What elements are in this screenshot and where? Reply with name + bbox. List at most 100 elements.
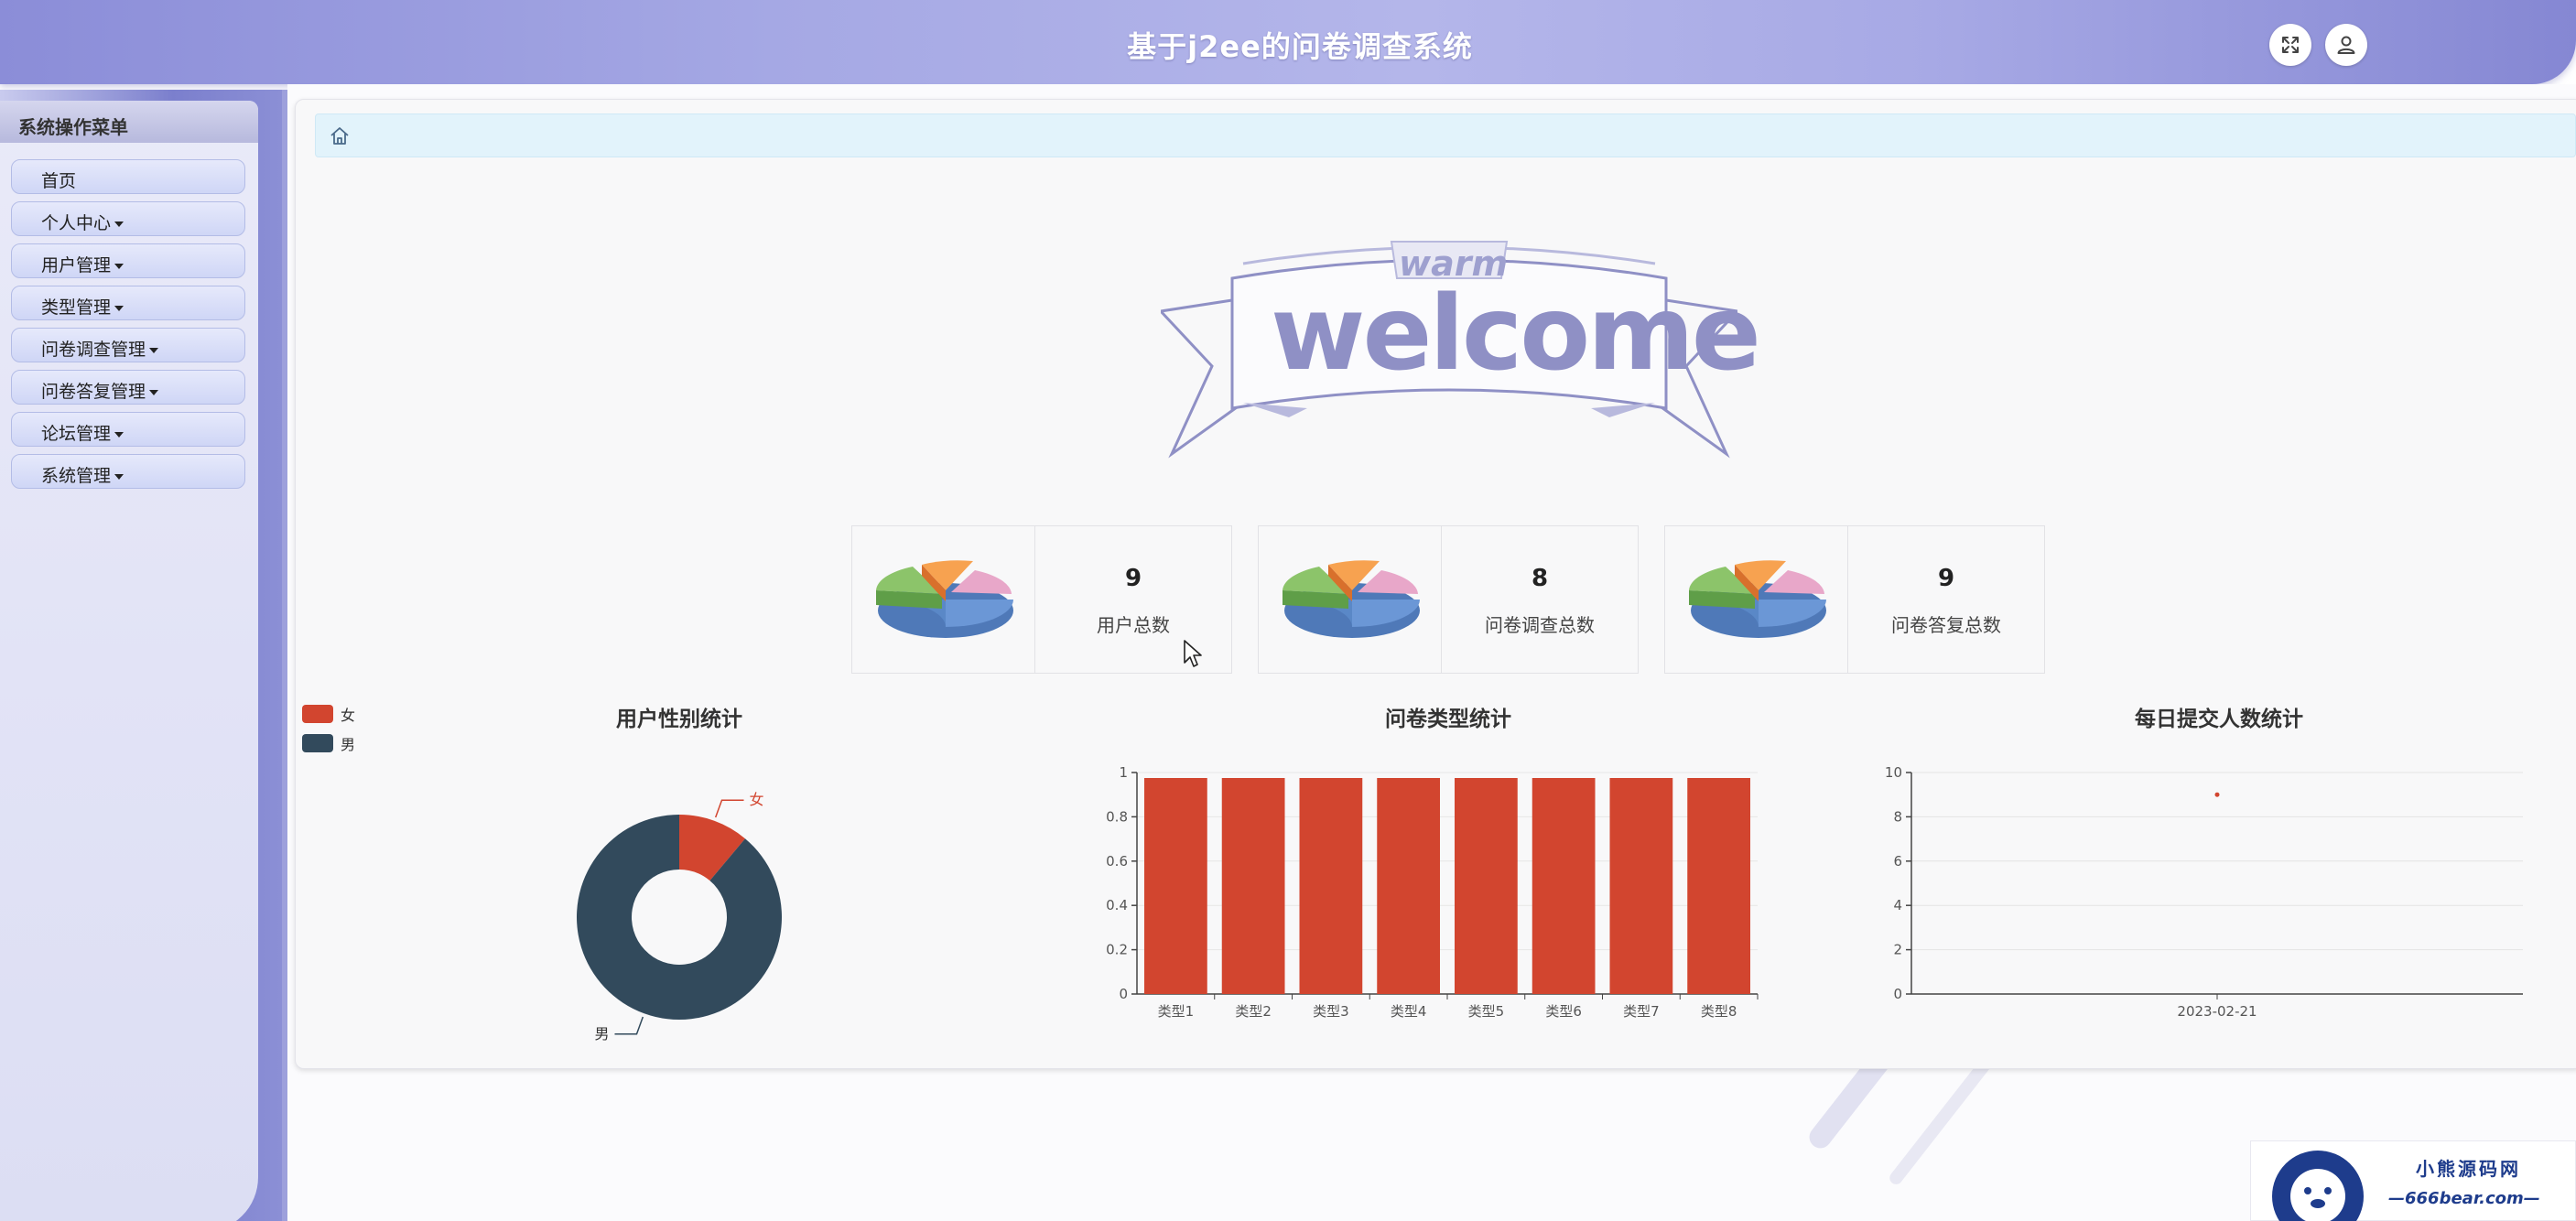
- stat-label: 问卷调查总数: [1485, 614, 1595, 636]
- bar-ytick-label: 0.6: [1106, 853, 1128, 870]
- line-point[interactable]: [2214, 792, 2220, 797]
- welcome-text: welcome: [1271, 275, 1761, 394]
- sidebar-item-label: 问卷调查管理: [41, 340, 146, 360]
- caret-down-icon: [114, 263, 124, 269]
- caret-down-icon: [149, 389, 159, 395]
- sidebar-item-2[interactable]: 用户管理: [11, 243, 245, 278]
- user-button[interactable]: [2325, 24, 2367, 66]
- bar-xtick-label: 类型3: [1313, 1003, 1349, 1020]
- line-ytick-label: 2: [1893, 942, 1902, 958]
- app-title: 基于j2ee的问卷调查系统: [1127, 29, 1473, 64]
- caret-down-icon: [114, 431, 124, 438]
- caret-down-icon: [114, 473, 124, 480]
- donut-label-line-0: [714, 799, 744, 818]
- stat-value: 9: [1124, 565, 1142, 592]
- sidebar-item-label: 类型管理: [41, 297, 112, 318]
- bar-8[interactable]: [1687, 778, 1750, 994]
- bar-xtick-label: 类型5: [1468, 1003, 1505, 1020]
- bar-2[interactable]: [1221, 778, 1285, 994]
- pie-chart-icon: [1689, 560, 1826, 638]
- stat-icon-area: [1259, 526, 1442, 673]
- daily-line-chart: 0 2 4 6 8 10 2023-02-21: [1885, 764, 2523, 1020]
- bar-xtick-label: 类型4: [1391, 1003, 1427, 1020]
- pie-chart-icon: [876, 560, 1013, 638]
- stat-value: 8: [1531, 565, 1549, 592]
- sidebar-item-0[interactable]: 首页: [11, 159, 245, 194]
- line-ytick-label: 0: [1893, 986, 1902, 1002]
- sidebar-item-6[interactable]: 论坛管理: [11, 412, 245, 447]
- sidebar-item-3[interactable]: 类型管理: [11, 286, 245, 320]
- bar-xtick-label: 类型6: [1545, 1003, 1582, 1020]
- watermark-name: 小熊源码网: [2416, 1158, 2521, 1180]
- mouse-cursor-icon: [1184, 640, 1202, 667]
- stat-card: 9 用户总数: [851, 525, 1232, 674]
- sidebar-title: 系统操作菜单: [0, 101, 258, 143]
- legend-swatch-female: [302, 705, 333, 723]
- stat-value: 9: [1937, 565, 1955, 592]
- gender-chart-title: 用户性别统计: [616, 708, 742, 731]
- bar-3[interactable]: [1299, 778, 1363, 994]
- stat-card: 8 问卷调查总数: [1258, 525, 1639, 674]
- sidebar-item-label: 用户管理: [41, 255, 112, 276]
- sidebar-item-5[interactable]: 问卷答复管理: [11, 370, 245, 405]
- legend-swatch-male: [302, 734, 333, 752]
- watermark: 小熊源码网 —666bear.com—: [2250, 1140, 2576, 1221]
- line-xtick-label: 2023-02-21: [2177, 1003, 2257, 1020]
- bar-ytick-label: 1: [1119, 764, 1128, 781]
- watermark-domain: —666bear.com—: [2388, 1189, 2540, 1208]
- user-icon: [2337, 36, 2355, 54]
- line-ytick-label: 4: [1893, 897, 1902, 913]
- legend-item-male[interactable]: 男: [302, 732, 355, 754]
- donut-label-0: 女: [750, 791, 764, 808]
- sidebar-item-4[interactable]: 问卷调查管理: [11, 328, 245, 362]
- line-ytick-label: 10: [1885, 764, 1902, 781]
- stat-label: 用户总数: [1097, 614, 1170, 636]
- home-icon[interactable]: [329, 125, 351, 147]
- bar-ytick-label: 0.2: [1106, 942, 1128, 958]
- bar-xtick-label: 类型2: [1235, 1003, 1272, 1020]
- legend-label-male: 男: [341, 736, 356, 753]
- gender-donut-chart: 女男: [577, 791, 782, 1043]
- sidebar-item-label: 首页: [41, 171, 77, 191]
- stat-icon-area: [852, 526, 1035, 673]
- type-chart-title: 问卷类型统计: [1385, 708, 1511, 731]
- fullscreen-icon: [2282, 37, 2299, 53]
- pie-chart-icon: [1283, 560, 1420, 638]
- sidebar-item-label: 问卷答复管理: [41, 382, 146, 402]
- bar-xtick-label: 类型1: [1158, 1003, 1195, 1020]
- sidebar-frame: 系统操作菜单 首页个人中心用户管理类型管理问卷调查管理 问卷答复管理 论坛管理系统管…: [0, 90, 287, 1221]
- donut-label-1: 男: [594, 1025, 609, 1043]
- legend-label-female: 女: [341, 707, 356, 724]
- bar-4[interactable]: [1377, 778, 1440, 994]
- bar-ytick-label: 0.4: [1106, 897, 1128, 913]
- caret-down-icon: [114, 221, 124, 227]
- bar-ytick-label: 0: [1119, 986, 1128, 1002]
- daily-chart-title: 每日提交人数统计: [2135, 708, 2303, 731]
- type-bar-chart: 0 0.2 0.4 0.6 0.8 1 类型1 类型2 类型3 类型4 类型5 类型6 类型7 类型8: [1106, 764, 1759, 1020]
- sidebar-item-label: 系统管理: [41, 466, 112, 486]
- sidebar-item-label: 论坛管理: [41, 424, 112, 444]
- bar-6[interactable]: [1532, 778, 1596, 994]
- fullscreen-button[interactable]: [2269, 24, 2311, 66]
- caret-down-icon: [149, 347, 159, 353]
- bar-xtick-label: 类型8: [1701, 1003, 1737, 1020]
- sidebar: 系统操作菜单 首页个人中心用户管理类型管理问卷调查管理 问卷答复管理 论坛管理系统管…: [0, 101, 258, 1221]
- bar-ytick-label: 0.8: [1106, 808, 1128, 825]
- sidebar-item-7[interactable]: 系统管理: [11, 454, 245, 489]
- line-ytick-label: 6: [1893, 853, 1902, 870]
- bar-7[interactable]: [1609, 778, 1673, 994]
- donut-label-line-1: [614, 1016, 644, 1035]
- legend-item-female[interactable]: 女: [302, 703, 355, 725]
- bear-logo-icon: [2272, 1151, 2364, 1221]
- top-header: 基于j2ee的问卷调查系统: [0, 0, 2576, 84]
- welcome-banner: warm welcome: [1161, 236, 1761, 459]
- bar-1[interactable]: [1144, 778, 1207, 994]
- stat-card: 9 问卷答复总数: [1664, 525, 2045, 674]
- sidebar-item-1[interactable]: 个人中心: [11, 201, 245, 236]
- line-ytick-label: 8: [1893, 808, 1902, 825]
- bar-xtick-label: 类型7: [1623, 1003, 1660, 1020]
- donut-slice-1[interactable]: [577, 815, 782, 1020]
- breadcrumb: [315, 113, 2576, 157]
- bar-5[interactable]: [1455, 778, 1518, 994]
- stat-icon-area: [1665, 526, 1848, 673]
